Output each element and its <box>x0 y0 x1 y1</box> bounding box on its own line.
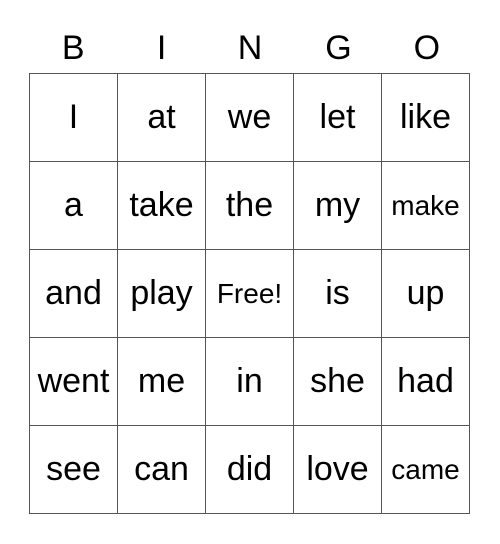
bingo-cell[interactable]: she <box>294 338 382 426</box>
bingo-cell[interactable]: went <box>30 338 118 426</box>
bingo-cell[interactable]: up <box>382 250 470 338</box>
bingo-cell[interactable]: the <box>206 162 294 250</box>
header-letter-o: O <box>413 29 441 67</box>
bingo-cell[interactable]: love <box>294 426 382 514</box>
bingo-cell[interactable]: did <box>206 426 294 514</box>
bingo-cell[interactable]: and <box>30 250 118 338</box>
bingo-cell[interactable]: had <box>382 338 470 426</box>
header-letter-b: B <box>61 29 85 67</box>
bingo-cell[interactable]: we <box>206 74 294 162</box>
bingo-cell[interactable]: is <box>294 250 382 338</box>
bingo-cell[interactable]: make <box>382 162 470 250</box>
bingo-header: B I N G O <box>29 28 471 68</box>
bingo-cell[interactable]: play <box>118 250 206 338</box>
bingo-cell[interactable]: let <box>294 74 382 162</box>
bingo-cell[interactable]: in <box>206 338 294 426</box>
bingo-cell[interactable]: a <box>30 162 118 250</box>
bingo-card-grid: I at we let like a take the my make and … <box>29 73 470 514</box>
bingo-cell[interactable]: at <box>118 74 206 162</box>
bingo-cell[interactable]: I <box>30 74 118 162</box>
bingo-cell[interactable]: me <box>118 338 206 426</box>
free-space-cell[interactable]: Free! <box>206 250 294 338</box>
bingo-cell[interactable]: see <box>30 426 118 514</box>
header-letter-g: G <box>325 29 352 67</box>
bingo-cell[interactable]: take <box>118 162 206 250</box>
bingo-cell[interactable]: like <box>382 74 470 162</box>
header-letter-n: N <box>237 29 263 67</box>
header-letter-i: I <box>156 29 167 67</box>
bingo-cell[interactable]: came <box>382 426 470 514</box>
bingo-cell[interactable]: can <box>118 426 206 514</box>
bingo-cell[interactable]: my <box>294 162 382 250</box>
